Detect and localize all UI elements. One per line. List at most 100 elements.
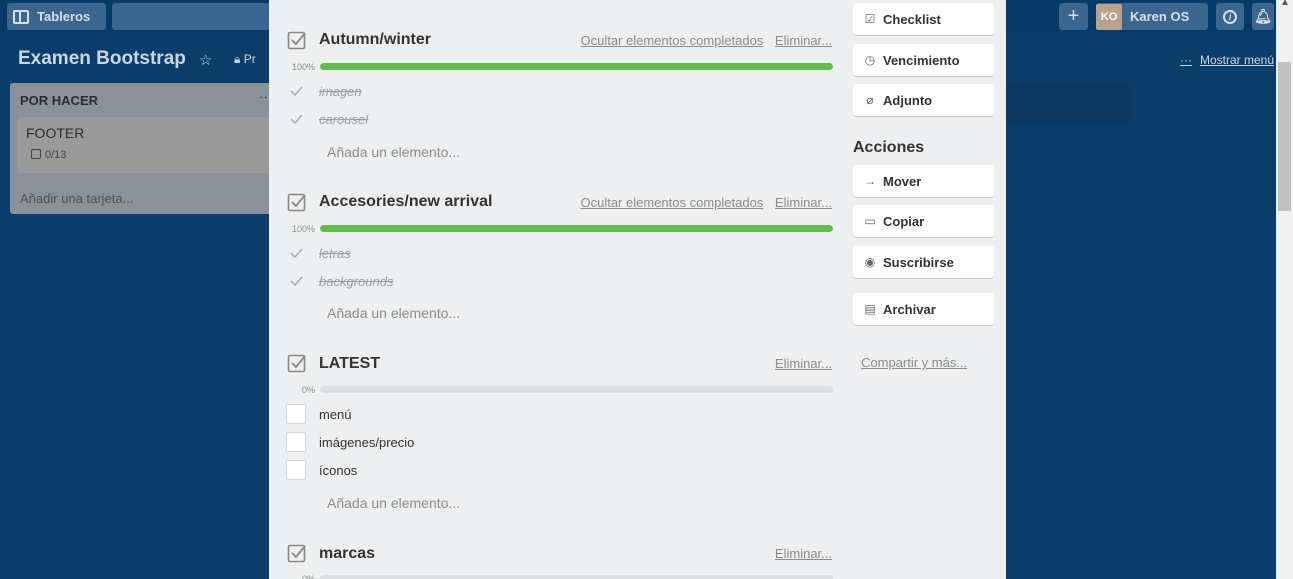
delete-checklist-link[interactable]: Eliminar... (775, 33, 832, 48)
checkbox-checked-icon[interactable] (286, 81, 306, 101)
checkbox-checked-icon[interactable] (286, 271, 306, 291)
due-date-button[interactable]: ◷ Vencimiento (853, 44, 994, 76)
checklist-badge: 0/13 (31, 149, 66, 161)
checklist-actions: Eliminar... (767, 356, 832, 371)
checklist-item[interactable]: menú (286, 404, 826, 426)
item-text[interactable]: imagen (319, 84, 362, 99)
progress-percent: 0% (301, 574, 315, 579)
actions-heading: Acciones (853, 139, 925, 156)
checklist-item[interactable]: imágenes/precio (286, 432, 826, 454)
checkbox-checked-icon[interactable] (286, 243, 306, 263)
checklist-item[interactable]: letras (286, 243, 826, 265)
star-icon[interactable]: ☆ (199, 51, 212, 69)
item-text[interactable]: backgrounds (319, 274, 393, 289)
lock-icon: 🔒︎ (234, 52, 241, 66)
avatar: KO (1096, 3, 1122, 30)
notifications-button[interactable]: 🔔︎ (1252, 3, 1274, 30)
show-menu-link[interactable]: ··· Mostrar menú (1180, 53, 1282, 67)
list-por-hacer: POR HACER ··· FOOTER 0/13 Añadir una tar… (10, 83, 278, 214)
bell-icon: 🔔︎ (1254, 8, 1272, 24)
page-scrollbar[interactable]: ▲ (1276, 0, 1293, 579)
checklist-badge-icon (31, 149, 41, 159)
item-text[interactable]: menú (319, 407, 352, 422)
checklist-actions: Ocultar elementos completados Eliminar..… (572, 195, 832, 210)
progress-fill (320, 225, 833, 232)
checkbox-unchecked-icon[interactable] (286, 460, 306, 480)
show-menu-label: Mostrar menú (1200, 53, 1275, 67)
subscribe-label: Suscribirse (883, 254, 954, 270)
item-text[interactable]: carousel (319, 112, 368, 127)
checklist-item[interactable]: carousel (286, 109, 826, 131)
paperclip-icon: ⌀ (866, 93, 874, 107)
checklist-item[interactable]: íconos (286, 460, 826, 482)
checkbox-unchecked-icon[interactable] (286, 432, 306, 452)
archive-label: Archivar (883, 301, 936, 317)
card-footer[interactable]: FOOTER 0/13 (17, 117, 277, 173)
info-button[interactable]: i (1216, 3, 1244, 30)
due-date-label: Vencimiento (883, 52, 960, 68)
progress-percent: 100% (291, 62, 315, 72)
more-icon: ··· (1180, 53, 1192, 67)
progress-bar (320, 63, 833, 70)
add-item-link[interactable]: Añada un elemento... (327, 495, 460, 511)
clock-icon: ◷ (864, 53, 876, 67)
copy-button[interactable]: ▭ Copiar (853, 205, 994, 237)
checklist-title[interactable]: marcas (319, 545, 375, 563)
progress-bar (320, 386, 833, 393)
progress-bar (320, 225, 833, 232)
item-text[interactable]: imágenes/precio (319, 435, 414, 450)
arrow-right-icon: → (864, 174, 876, 188)
add-checklist-button[interactable]: ☑ Checklist (853, 3, 994, 35)
checkbox-checked-icon[interactable] (286, 109, 306, 129)
move-label: Mover (883, 173, 922, 189)
move-button[interactable]: → Mover (853, 165, 994, 197)
add-list-placeholder[interactable] (1006, 83, 1133, 124)
hide-completed-link[interactable]: Ocultar elementos completados (580, 195, 763, 210)
share-more-link[interactable]: Compartir y más... (861, 355, 967, 370)
plus-icon: + (1067, 5, 1080, 27)
progress-percent: 100% (291, 224, 315, 234)
checklist-title[interactable]: Autumn/winter (319, 31, 431, 49)
boards-label: Tableros (37, 9, 91, 24)
attachment-label: Adjunto (883, 92, 933, 108)
card-detail-modal: Autumn/winter Ocultar elementos completa… (269, 0, 1006, 579)
list-title: POR HACER (20, 93, 99, 108)
item-text[interactable]: íconos (319, 463, 357, 478)
add-checklist-label: Checklist (883, 11, 941, 27)
board-title[interactable]: Examen Bootstrap (18, 48, 186, 70)
scroll-up-icon[interactable]: ▲ (1280, 0, 1290, 8)
attachment-button[interactable]: ⌀ Adjunto (853, 84, 994, 116)
scrollbar-thumb[interactable] (1278, 62, 1291, 211)
search-box[interactable] (112, 3, 272, 30)
checkbox-unchecked-icon[interactable] (286, 404, 306, 424)
info-icon: i (1223, 9, 1237, 24)
board-privacy[interactable]: 🔒︎ Pr (234, 52, 256, 67)
user-menu-button[interactable]: KO Karen OS (1096, 3, 1208, 30)
hide-completed-link[interactable]: Ocultar elementos completados (580, 33, 763, 48)
delete-checklist-link[interactable]: Eliminar... (775, 195, 832, 210)
progress-bar (320, 575, 833, 579)
progress-fill (320, 63, 833, 70)
add-card-link[interactable]: Añadir una tarjeta... (20, 191, 133, 206)
delete-checklist-link[interactable]: Eliminar... (775, 356, 832, 371)
checklist-icon (287, 31, 306, 50)
checklist-item[interactable]: imagen (286, 81, 826, 103)
item-text[interactable]: letras (319, 246, 351, 261)
add-item-link[interactable]: Añada un elemento... (327, 305, 460, 321)
checklist-icon (287, 193, 306, 212)
checklist-title[interactable]: Accesories/new arrival (319, 193, 492, 211)
archive-button[interactable]: ▤ Archivar (853, 293, 994, 325)
add-item-link[interactable]: Añada un elemento... (327, 144, 460, 160)
add-button[interactable]: + (1059, 3, 1088, 30)
boards-button[interactable]: Tableros (7, 3, 106, 30)
checklist-badge-count: 0/13 (45, 149, 67, 161)
archive-icon: ▤ (864, 302, 876, 316)
subscribe-button[interactable]: ◉ Suscribirse (853, 246, 994, 278)
checklist-title[interactable]: LATEST (319, 355, 380, 373)
checklist-item[interactable]: backgrounds (286, 271, 826, 293)
card-title: FOOTER (26, 125, 85, 141)
progress-percent: 0% (301, 385, 315, 395)
delete-checklist-link[interactable]: Eliminar... (775, 546, 832, 561)
checklist-icon (287, 354, 306, 373)
checklist-actions: Ocultar elementos completados Eliminar..… (572, 33, 832, 48)
